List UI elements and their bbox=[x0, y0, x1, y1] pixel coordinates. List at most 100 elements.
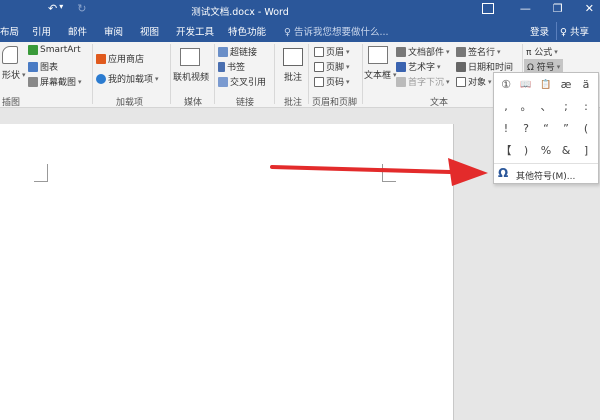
symbol-cell[interactable]: : bbox=[576, 97, 596, 117]
group-label-illustrations: 插图 bbox=[2, 98, 21, 108]
calendar-icon bbox=[456, 61, 466, 72]
symbol-cell[interactable]: ) bbox=[516, 141, 536, 161]
tab-mailings[interactable]: 邮件 bbox=[68, 24, 87, 38]
restore-icon[interactable]: ❐ bbox=[553, 2, 563, 15]
tab-view[interactable]: 视图 bbox=[140, 24, 159, 38]
footer-button[interactable]: 页脚 ▾ bbox=[314, 60, 350, 73]
symbol-cell[interactable]: ( bbox=[576, 119, 596, 139]
group-divider bbox=[92, 44, 93, 104]
window-title: 测试文档.docx - Word bbox=[191, 7, 289, 18]
close-icon[interactable]: ✕ bbox=[585, 2, 594, 15]
chevron-down-icon: ▾ bbox=[556, 62, 561, 71]
group-divider bbox=[362, 44, 363, 104]
minimize-icon[interactable]: — bbox=[520, 2, 531, 15]
symbol-cell[interactable]: ” bbox=[556, 119, 576, 139]
share-button[interactable]: ♀ 共享 bbox=[556, 22, 592, 40]
symbol-cell[interactable]: , bbox=[496, 97, 516, 117]
symbol-dropdown: ① 📖 📋 æ ä , 。 、 ; : ! ? “ ” ( 【 ) % & ] … bbox=[493, 72, 599, 184]
store-button[interactable]: 应用商店 bbox=[96, 52, 144, 65]
wordart-icon bbox=[396, 61, 406, 72]
equation-button[interactable]: π 公式 ▾ bbox=[526, 45, 558, 59]
group-label-comments: 批注 bbox=[284, 98, 303, 108]
chevron-down-icon: ▾ bbox=[497, 47, 501, 56]
page-number-icon bbox=[314, 76, 324, 87]
addins-icon bbox=[96, 73, 106, 84]
quick-parts-button[interactable]: 文档部件 ▾ bbox=[396, 45, 450, 58]
ribbon-display-options-icon[interactable] bbox=[482, 3, 494, 14]
chevron-down-icon: ▾ bbox=[554, 47, 558, 56]
store-icon bbox=[96, 53, 106, 64]
comment-icon bbox=[283, 48, 303, 66]
login-link[interactable]: 登录 bbox=[530, 24, 549, 38]
margin-marker bbox=[34, 164, 48, 182]
dropcap-icon bbox=[396, 76, 406, 87]
more-symbols-item[interactable]: Ω 其他符号(M)... bbox=[494, 165, 598, 183]
my-addins-button[interactable]: 我的加载项 ▾ bbox=[96, 72, 159, 85]
object-button[interactable]: 对象 ▾ bbox=[456, 75, 492, 88]
window-controls: — ❐ ✕ bbox=[520, 2, 594, 15]
group-divider bbox=[170, 44, 171, 104]
bookmark-button[interactable]: 书签 bbox=[218, 60, 245, 73]
group-label-addins: 加载项 bbox=[116, 98, 144, 108]
symbol-cell[interactable]: 【 bbox=[496, 141, 516, 161]
symbol-cell[interactable]: 📖 bbox=[516, 75, 536, 95]
comment-button[interactable]: 批注 bbox=[284, 70, 302, 83]
tab-layout[interactable]: 布局 bbox=[0, 24, 19, 38]
symbol-cell[interactable]: 、 bbox=[536, 97, 556, 117]
textbox-icon bbox=[368, 46, 388, 64]
header-button[interactable]: 页眉 ▾ bbox=[314, 45, 350, 58]
group-divider bbox=[274, 44, 275, 104]
chart-button[interactable]: 图表 bbox=[28, 60, 58, 73]
signature-line-button[interactable]: 签名行 ▾ bbox=[456, 45, 501, 58]
symbol-cell[interactable]: ? bbox=[516, 119, 536, 139]
footer-icon bbox=[314, 61, 324, 72]
symbol-cell[interactable]: & bbox=[556, 141, 576, 161]
symbol-cell[interactable]: ! bbox=[496, 119, 516, 139]
group-label-media: 媒体 bbox=[184, 98, 203, 108]
chart-icon bbox=[28, 61, 38, 72]
chevron-down-icon: ▾ bbox=[78, 77, 82, 86]
symbol-cell[interactable]: 📋 bbox=[536, 75, 556, 95]
online-video-button[interactable]: 联机视频 bbox=[173, 70, 209, 83]
ribbon-tabs: 布局 引用 邮件 审阅 视图 开发工具 特色功能 ♀ 告诉我您想要做什么... … bbox=[0, 20, 600, 42]
chevron-down-icon: ▾ bbox=[488, 77, 492, 86]
chevron-down-icon: ▾ bbox=[346, 47, 350, 56]
tab-references[interactable]: 引用 bbox=[32, 24, 51, 38]
textbox-button[interactable]: 文本框 ▾ bbox=[364, 68, 397, 82]
dropdown-divider bbox=[494, 163, 598, 164]
chevron-down-icon: ▾ bbox=[346, 62, 350, 71]
margin-marker bbox=[382, 164, 396, 182]
tab-features[interactable]: 特色功能 bbox=[228, 24, 266, 38]
wordart-button[interactable]: 艺术字 ▾ bbox=[396, 60, 441, 73]
chevron-down-icon: ▾ bbox=[437, 62, 441, 71]
symbol-cell[interactable]: 。 bbox=[516, 97, 536, 117]
symbol-cell[interactable]: “ bbox=[536, 119, 556, 139]
page-number-button[interactable]: 页码 ▾ bbox=[314, 75, 350, 88]
title-bar: ↶ ▾ ↻ 测试文档.docx - Word — ❐ ✕ bbox=[0, 0, 600, 20]
omega-icon: Ω bbox=[498, 166, 509, 180]
shapes-button[interactable]: 形状 ▾ bbox=[2, 68, 26, 82]
dropcap-button[interactable]: 首字下沉 ▾ bbox=[396, 75, 450, 88]
quick-parts-icon bbox=[396, 46, 406, 57]
group-divider bbox=[308, 44, 309, 104]
online-video-icon bbox=[180, 48, 200, 66]
symbol-cell[interactable]: ] bbox=[576, 141, 596, 161]
hyperlink-button[interactable]: 超链接 bbox=[218, 45, 257, 58]
tell-me-search[interactable]: ♀ 告诉我您想要做什么... bbox=[284, 24, 389, 38]
cross-reference-button[interactable]: 交叉引用 bbox=[218, 75, 266, 88]
screenshot-button[interactable]: 屏幕截图 ▾ bbox=[28, 75, 82, 88]
symbol-cell[interactable]: % bbox=[536, 141, 556, 161]
header-icon bbox=[314, 46, 324, 57]
symbol-cell[interactable]: ä bbox=[576, 75, 596, 95]
symbol-cell[interactable]: æ bbox=[556, 75, 576, 95]
smartart-button[interactable]: SmartArt bbox=[28, 45, 81, 55]
bookmark-icon bbox=[218, 61, 225, 72]
symbol-cell[interactable]: ① bbox=[496, 75, 516, 95]
shapes-icon bbox=[2, 46, 18, 64]
tab-review[interactable]: 审阅 bbox=[104, 24, 123, 38]
tab-developer[interactable]: 开发工具 bbox=[176, 24, 214, 38]
group-label-header-footer: 页眉和页脚 bbox=[312, 98, 358, 108]
cross-reference-icon bbox=[218, 76, 228, 87]
symbol-cell[interactable]: ; bbox=[556, 97, 576, 117]
more-symbols-label: 其他符号(M)... bbox=[516, 172, 576, 182]
